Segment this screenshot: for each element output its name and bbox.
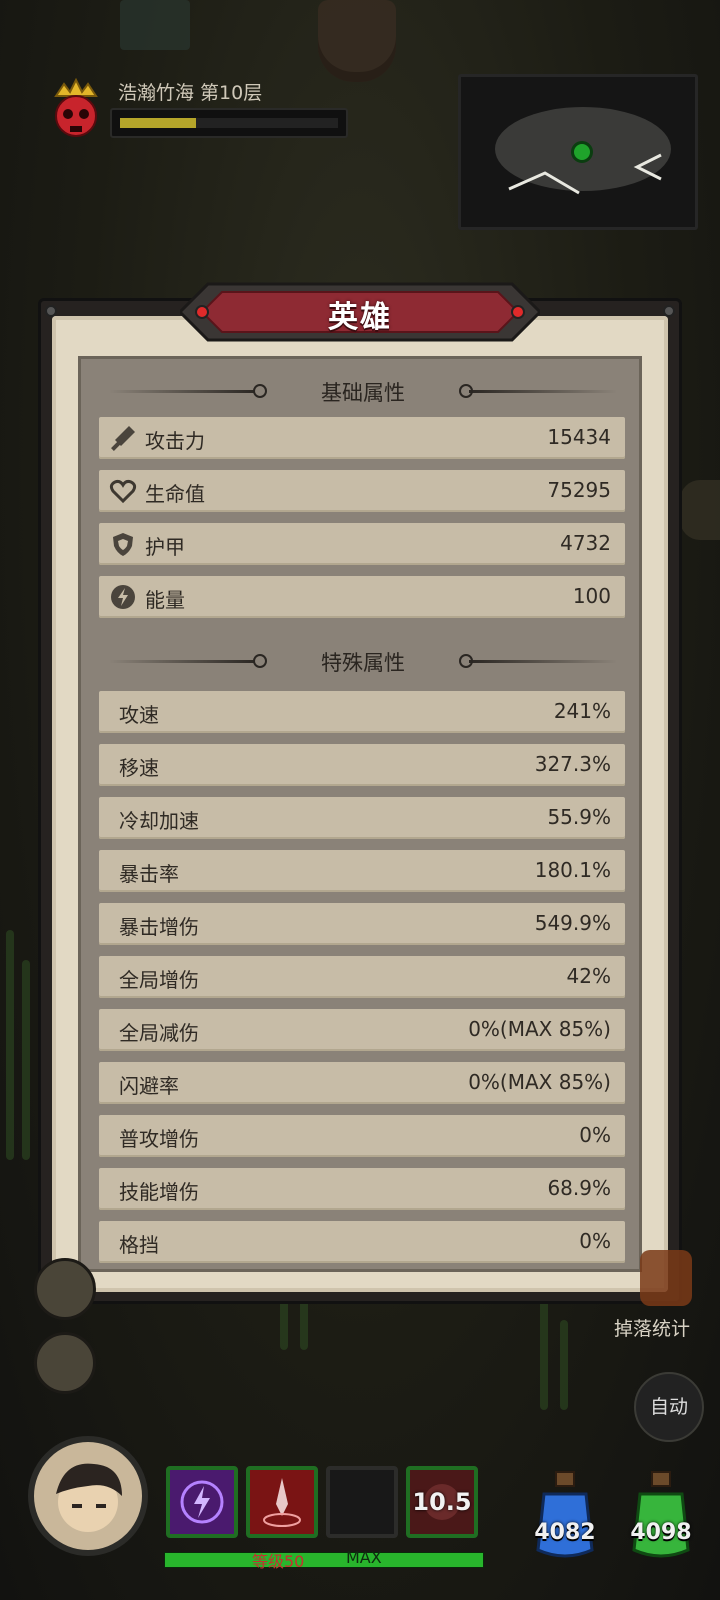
stat-row: 全局减伤 0%(MAX 85%) [99, 1009, 625, 1051]
pet-chick-slot[interactable] [34, 1332, 96, 1394]
stat-row: 攻击力 15434 [99, 417, 625, 459]
hero-level-label: 等级50 [252, 1552, 305, 1571]
stat-value: 55.9% [547, 805, 611, 829]
stat-label: 普攻增伤 [119, 1127, 199, 1151]
stat-label: 暴击增伤 [119, 915, 199, 939]
green-potion-icon[interactable] [624, 1466, 698, 1566]
stat-label: 格挡 [119, 1233, 159, 1257]
stat-row: 暴击率 180.1% [99, 850, 625, 892]
stat-value: 4732 [560, 531, 611, 555]
background-stone [120, 0, 190, 50]
boss-skull-icon [54, 78, 98, 137]
hero-avatar-icon [56, 1463, 122, 1532]
stat-row: 生命值 75295 [99, 470, 625, 512]
stat-label: 全局减伤 [119, 1021, 199, 1045]
stat-row: 全局增伤 42% [99, 956, 625, 998]
shield-icon [109, 530, 137, 558]
basic-stats-header: 基础属性 [81, 373, 639, 409]
stat-row: 攻速 241% [99, 691, 625, 733]
drop-stats-button[interactable]: 掉落统计 [614, 1314, 690, 1341]
heart-icon [109, 477, 137, 505]
stat-row: 冷却加速 55.9% [99, 797, 625, 839]
skill-slot-empty[interactable] [326, 1466, 398, 1538]
green-potion-count: 4098 [630, 1520, 692, 1545]
lightning-icon [170, 1470, 234, 1534]
stat-value: 180.1% [534, 858, 611, 882]
special-stats-header: 特殊属性 [81, 643, 639, 679]
player-position-dot [571, 141, 593, 163]
skill-slot-cooldown[interactable]: 10.5 [406, 1466, 478, 1538]
experience-fill [165, 1553, 483, 1567]
stat-label: 护甲 [145, 535, 185, 559]
stage-title: 浩瀚竹海 第10层 [118, 82, 263, 104]
background-bamboo [6, 930, 14, 1160]
stat-value: 0% [579, 1229, 611, 1253]
skill-slot-lightning[interactable] [166, 1466, 238, 1538]
stat-label: 攻击力 [145, 429, 205, 453]
experience-bar [164, 1552, 484, 1568]
stat-row: 普攻增伤 0% [99, 1115, 625, 1157]
stat-label: 技能增伤 [119, 1180, 199, 1204]
blade-icon [250, 1470, 314, 1534]
stat-row: 暴击增伤 549.9% [99, 903, 625, 945]
stat-label: 能量 [145, 588, 185, 612]
background-bamboo [22, 960, 30, 1160]
stat-label: 移速 [119, 756, 159, 780]
stat-label: 暴击率 [119, 862, 179, 886]
stat-value: 0%(MAX 85%) [468, 1070, 611, 1094]
background-barrel [318, 0, 396, 82]
stat-label: 生命值 [145, 482, 205, 506]
pet-bee-slot[interactable] [34, 1258, 96, 1320]
panel-title: 英雄 [328, 300, 392, 335]
stat-row: 移速 327.3% [99, 744, 625, 786]
stage-progress-bar [110, 108, 348, 138]
energy-icon [109, 583, 137, 611]
stat-value: 327.3% [534, 752, 611, 776]
stat-value: 68.9% [547, 1176, 611, 1200]
stat-value: 0%(MAX 85%) [468, 1017, 611, 1041]
minimap[interactable] [458, 74, 698, 230]
stat-value: 549.9% [534, 911, 611, 935]
background-rock [680, 480, 720, 540]
stat-label: 全局增伤 [119, 968, 199, 992]
stage-progress-fill [120, 118, 197, 128]
stat-row: 格挡 0% [99, 1221, 625, 1263]
background-bamboo [560, 1320, 568, 1410]
hero-portrait[interactable] [28, 1436, 148, 1556]
stat-row: 技能增伤 68.9% [99, 1168, 625, 1210]
stat-label: 攻速 [119, 703, 159, 727]
stat-row: 闪避率 0%(MAX 85%) [99, 1062, 625, 1104]
stat-value: 15434 [547, 425, 611, 449]
blue-potion-count: 4082 [534, 1520, 596, 1545]
blue-potion-icon[interactable] [528, 1466, 602, 1566]
hero-stats-list[interactable]: 基础属性 攻击力 15434 生命值 75295 护甲 4732 能量 100 特殊属性 攻速… [78, 356, 642, 1272]
skill-cooldown-timer: 10.5 [412, 1488, 472, 1516]
skill-slot-blade[interactable] [246, 1466, 318, 1538]
stat-value: 75295 [547, 478, 611, 502]
drop-bag-icon[interactable] [640, 1250, 692, 1306]
experience-max-label: MAX [346, 1548, 382, 1567]
stat-row: 护甲 4732 [99, 523, 625, 565]
stat-label: 冷却加速 [119, 809, 199, 833]
background-bamboo [300, 1300, 308, 1350]
auto-battle-button[interactable]: 自动 [634, 1372, 704, 1442]
stat-value: 42% [566, 964, 611, 988]
stat-value: 241% [553, 699, 611, 723]
sword-icon [109, 424, 137, 452]
stat-label: 闪避率 [119, 1074, 179, 1098]
stat-value: 100 [572, 584, 611, 608]
background-bamboo [540, 1300, 548, 1410]
stat-value: 0% [579, 1123, 611, 1147]
stat-row: 能量 100 [99, 576, 625, 618]
